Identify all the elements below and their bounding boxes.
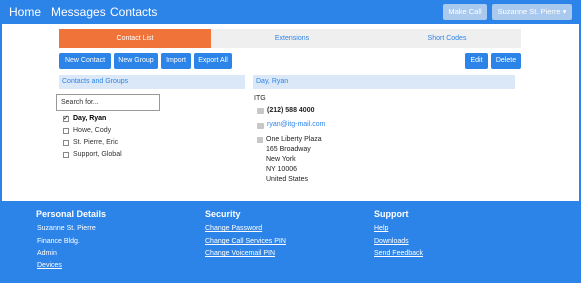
nav-home-link[interactable]: Home: [9, 5, 41, 19]
new-contact-button[interactable]: New Contact: [59, 53, 111, 69]
address-line: New York: [266, 156, 296, 163]
tab-extensions[interactable]: Extensions: [211, 29, 373, 48]
user-menu-button[interactable]: Suzanne St. Pierre ▾: [492, 4, 572, 20]
delete-button[interactable]: Delete: [491, 53, 521, 69]
contact-item[interactable]: Support, Global: [73, 151, 122, 158]
contact-item[interactable]: St. Pierre, Eric: [73, 139, 118, 146]
contact-email[interactable]: ryan@itg-mail.com: [267, 121, 325, 128]
contact-company: ITG: [254, 95, 266, 102]
edit-button[interactable]: Edit: [465, 53, 488, 69]
tab-short-codes[interactable]: Short Codes: [373, 29, 521, 48]
phone-icon: [257, 108, 264, 114]
address-line: 165 Broadway: [266, 146, 311, 153]
address-line: NY 10006: [266, 166, 298, 173]
email-icon: [257, 123, 264, 129]
tab-contact-list[interactable]: Contact List: [59, 29, 211, 48]
contact-item[interactable]: Howe, Cody: [73, 127, 111, 134]
help-link[interactable]: Help: [374, 225, 388, 232]
change-call-pin-link[interactable]: Change Call Services PIN: [205, 238, 286, 245]
contact-item-selected[interactable]: Day, Ryan: [73, 115, 106, 122]
downloads-link[interactable]: Downloads: [374, 238, 409, 245]
footer-user-name: Suzanne St. Pierre: [37, 225, 96, 232]
home-icon: [257, 137, 263, 143]
nav-contacts-link[interactable]: Contacts: [110, 5, 157, 19]
change-voicemail-pin-link[interactable]: Change Voicemail PIN: [205, 250, 275, 257]
change-password-link[interactable]: Change Password: [205, 225, 262, 232]
footer-support-title: Support: [374, 209, 409, 219]
search-input[interactable]: Search for...: [56, 94, 160, 111]
top-navbar: Home Messages Contacts Make Call Suzanne…: [0, 0, 581, 24]
footer-devices-link[interactable]: Devices: [37, 262, 62, 269]
contact-phone[interactable]: (212) 588 4000: [267, 107, 314, 114]
footer-role: Admin: [37, 250, 57, 257]
footer-security-title: Security: [205, 209, 241, 219]
footer-personal-title: Personal Details: [36, 209, 107, 219]
contact-checkbox[interactable]: [63, 114, 69, 122]
new-group-button[interactable]: New Group: [114, 53, 158, 69]
contact-detail-header: Day, Ryan: [253, 75, 515, 89]
footer-location: Finance Bldg.: [37, 238, 80, 245]
address-line: One Liberty Plaza: [266, 136, 322, 143]
send-feedback-link[interactable]: Send Feedback: [374, 250, 423, 257]
address-line: United States: [266, 176, 309, 183]
nav-messages-link[interactable]: Messages: [51, 5, 106, 19]
main-panel: Contact List Extensions Short Codes New …: [2, 24, 579, 201]
contact-checkbox[interactable]: [63, 128, 69, 134]
contact-checkbox[interactable]: [63, 140, 69, 146]
import-button[interactable]: Import: [161, 53, 191, 69]
make-call-button[interactable]: Make Call: [443, 4, 487, 20]
contact-checkbox[interactable]: [63, 152, 69, 158]
contacts-groups-header: Contacts and Groups: [59, 75, 245, 89]
export-all-button[interactable]: Export All: [194, 53, 232, 69]
